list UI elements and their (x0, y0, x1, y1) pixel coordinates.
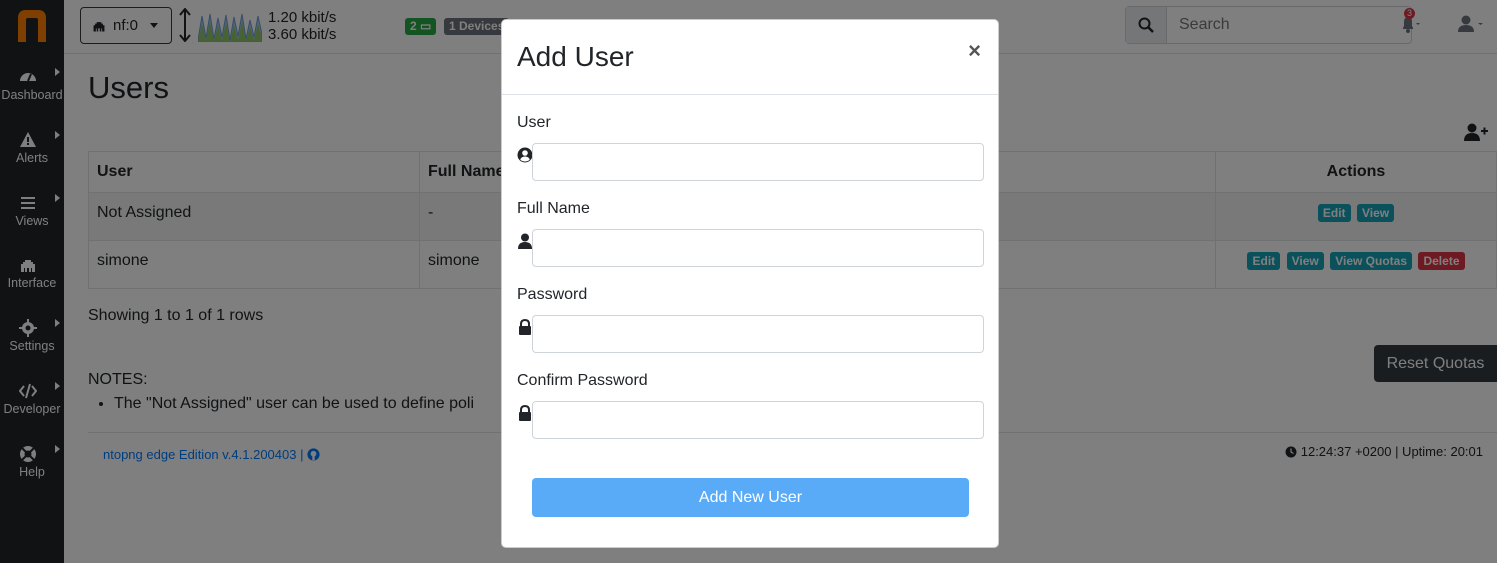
user-icon (518, 233, 532, 249)
password-label: Password (517, 286, 588, 303)
lock-icon (519, 319, 531, 335)
modal-header: Add User × (502, 20, 998, 95)
password-input[interactable] (532, 315, 984, 353)
full-name-label: Full Name (517, 200, 590, 217)
full-name-input[interactable] (532, 229, 984, 267)
confirm-password-label: Confirm Password (517, 372, 648, 389)
user-circle-icon (517, 147, 533, 163)
add-new-user-button[interactable]: Add New User (532, 478, 969, 517)
user-label: User (517, 114, 551, 131)
add-user-modal: Add User × User Full Name Password Confi… (501, 19, 999, 548)
modal-title: Add User (517, 41, 634, 72)
user-input[interactable] (532, 143, 984, 181)
close-icon[interactable]: × (968, 38, 981, 64)
lock-icon (519, 405, 531, 421)
confirm-password-input[interactable] (532, 401, 984, 439)
